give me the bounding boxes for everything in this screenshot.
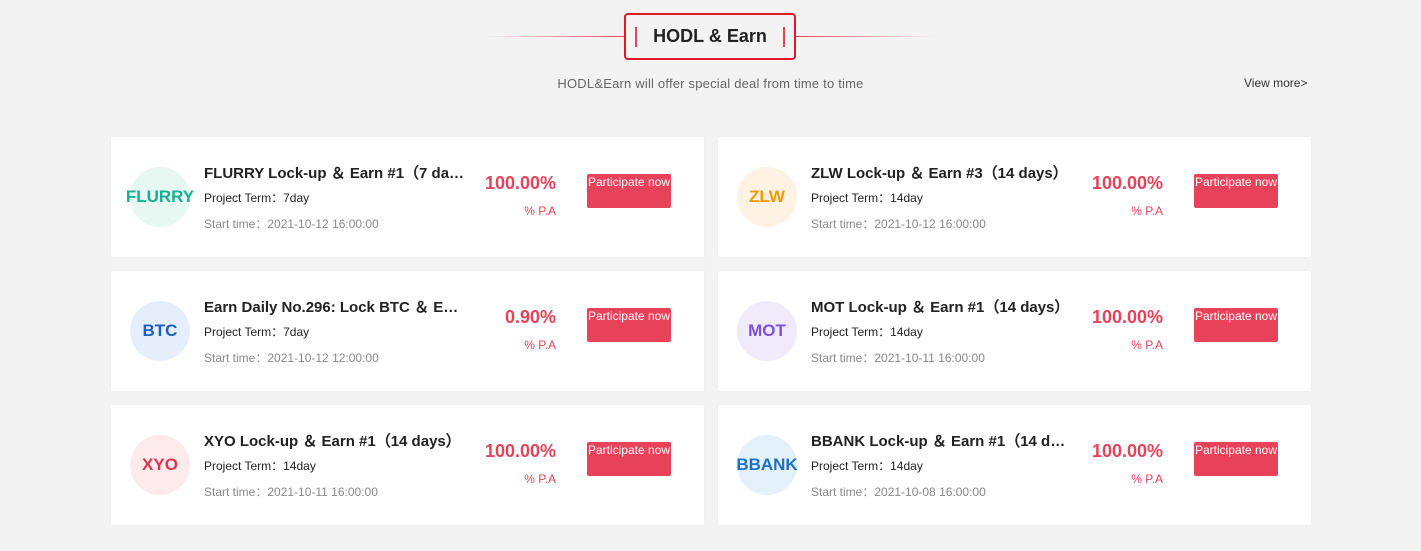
project-logo: FLURRY <box>126 167 194 227</box>
participate-button[interactable]: Participate now <box>587 442 671 476</box>
annual-rate: 100.00% <box>484 173 556 193</box>
project-term: Project Term：14day <box>811 191 923 205</box>
rate-unit: % P.A <box>524 472 556 486</box>
project-name[interactable]: Earn Daily No.296: Lock BTC ＆ Earn <box>204 296 466 317</box>
title-decor-line-left <box>485 36 625 37</box>
rate-unit: % P.A <box>1131 338 1163 352</box>
project-logo: XYO <box>130 435 190 495</box>
project-logo: BTC <box>130 301 190 361</box>
rate-unit: % P.A <box>524 338 556 352</box>
section-title: HODL & Earn <box>653 26 767 46</box>
project-card[interactable]: ZLW ZLW Lock-up ＆ Earn #3（14 days） Proje… <box>718 137 1311 257</box>
annual-rate: 0.90% <box>504 307 556 327</box>
participate-button[interactable]: Participate now <box>1194 442 1278 476</box>
project-term: Project Term：14day <box>811 459 923 473</box>
project-start-time: Start time：2021-10-12 12:00:00 <box>204 351 379 365</box>
logo-text: BBANK <box>736 455 798 474</box>
project-name[interactable]: ZLW Lock-up ＆ Earn #3（14 days） <box>811 162 1073 183</box>
project-card[interactable]: XYO XYO Lock-up ＆ Earn #1（14 days） Proje… <box>111 405 704 525</box>
project-term: Project Term：7day <box>204 191 310 205</box>
participate-button[interactable]: Participate now <box>1194 308 1278 342</box>
project-start-time: Start time：2021-10-12 16:00:00 <box>811 217 986 231</box>
logo-text: ZLW <box>749 187 785 206</box>
project-logo: BBANK <box>736 435 798 495</box>
logo-text: BTC <box>142 321 178 340</box>
project-card[interactable]: BBANK BBANK Lock-up ＆ Earn #1（14 days） P… <box>718 405 1311 525</box>
section-subtitle: HODL&Earn will offer special deal from t… <box>557 76 864 91</box>
project-name[interactable]: XYO Lock-up ＆ Earn #1（14 days） <box>204 430 466 451</box>
project-card[interactable]: FLURRY FLURRY Lock-up ＆ Earn #1（7 days） … <box>111 137 704 257</box>
project-term: Project Term：14day <box>204 459 316 473</box>
title-accent-bar-left <box>635 27 637 47</box>
rate-unit: % P.A <box>1131 472 1163 486</box>
section-title-box: HODL & Earn <box>624 13 796 60</box>
rate-unit: % P.A <box>524 204 556 218</box>
participate-button[interactable]: Participate now <box>587 308 671 342</box>
project-card[interactable]: BTC Earn Daily No.296: Lock BTC ＆ Earn P… <box>111 271 704 391</box>
rate-unit: % P.A <box>1131 204 1163 218</box>
project-logo: ZLW <box>737 167 797 227</box>
view-more-link[interactable]: View more> <box>1244 76 1307 90</box>
logo-text: XYO <box>142 455 178 474</box>
participate-button[interactable]: Participate now <box>587 174 671 208</box>
title-decor-line-right <box>796 36 936 37</box>
project-name[interactable]: MOT Lock-up ＆ Earn #1（14 days） <box>811 296 1073 317</box>
project-card[interactable]: MOT MOT Lock-up ＆ Earn #1（14 days） Proje… <box>718 271 1311 391</box>
annual-rate: 100.00% <box>1091 441 1163 461</box>
project-start-time: Start time：2021-10-08 16:00:00 <box>811 485 986 499</box>
project-name[interactable]: BBANK Lock-up ＆ Earn #1（14 days） <box>811 430 1073 451</box>
logo-text: MOT <box>748 321 786 340</box>
title-accent-bar-right <box>783 27 785 47</box>
project-start-time: Start time：2021-10-11 16:00:00 <box>204 485 378 499</box>
participate-button[interactable]: Participate now <box>1194 174 1278 208</box>
annual-rate: 100.00% <box>1091 173 1163 193</box>
project-name[interactable]: FLURRY Lock-up ＆ Earn #1（7 days） <box>204 162 466 183</box>
project-term: Project Term：14day <box>811 325 923 339</box>
project-start-time: Start time：2021-10-11 16:00:00 <box>811 351 985 365</box>
project-grid: FLURRY FLURRY Lock-up ＆ Earn #1（7 days） … <box>111 137 1311 525</box>
project-start-time: Start time：2021-10-12 16:00:00 <box>204 217 379 231</box>
project-term: Project Term：7day <box>204 325 310 339</box>
annual-rate: 100.00% <box>484 441 556 461</box>
annual-rate: 100.00% <box>1091 307 1163 327</box>
project-logo: MOT <box>737 301 797 361</box>
logo-text: FLURRY <box>125 187 195 206</box>
